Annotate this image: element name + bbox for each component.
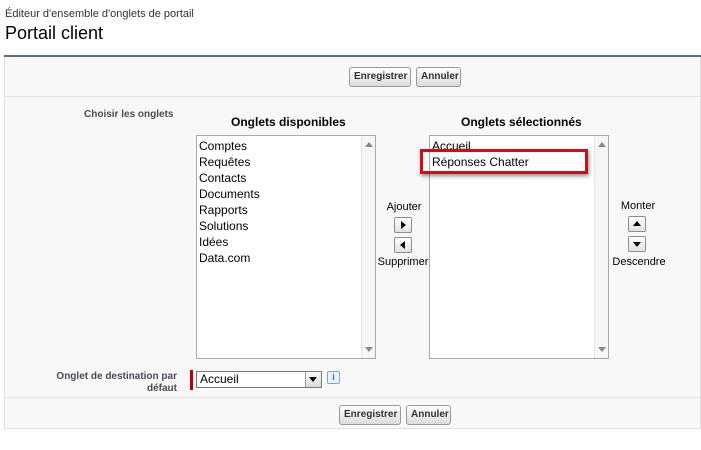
selected-tabs-heading: Onglets sélectionnés xyxy=(461,115,582,129)
move-down-label: Descendre xyxy=(612,256,666,268)
default-tab-label-line1: Onglet de destination par xyxy=(56,371,177,382)
remove-button[interactable] xyxy=(394,237,412,253)
arrow-down-icon xyxy=(633,242,641,247)
default-tab-label: Onglet de destination par défaut xyxy=(53,371,177,395)
cancel-button-top[interactable]: Annuler xyxy=(416,67,461,87)
available-tabs-list[interactable]: Comptes Requêtes Contacts Documents Rapports… xyxy=(196,135,376,359)
info-icon[interactable]: i xyxy=(327,371,340,384)
available-tab-item[interactable]: Idées xyxy=(199,234,375,250)
available-tab-item[interactable]: Requêtes xyxy=(199,154,375,170)
add-label: Ajouter xyxy=(386,201,422,213)
scroll-up-icon[interactable] xyxy=(365,142,373,147)
page-title: Portail client xyxy=(5,23,104,43)
dropdown-arrow-icon[interactable] xyxy=(305,372,321,387)
add-button[interactable] xyxy=(394,217,412,233)
scroll-down-icon[interactable] xyxy=(598,347,606,352)
available-tab-item[interactable]: Data.com xyxy=(199,250,375,266)
save-button-top[interactable]: Enregistrer xyxy=(349,67,411,87)
default-tab-select[interactable]: Accueil xyxy=(196,371,322,388)
available-tabs-items: Comptes Requêtes Contacts Documents Rapports… xyxy=(197,136,375,266)
available-tab-item[interactable]: Comptes xyxy=(199,138,375,154)
arrow-left-icon xyxy=(400,241,405,249)
available-tab-item[interactable]: Documents xyxy=(199,186,375,202)
scroll-down-icon[interactable] xyxy=(365,347,373,352)
top-button-bar: Enregistrer Annuler xyxy=(4,57,701,97)
available-scrollbar[interactable] xyxy=(361,136,375,358)
default-tab-label-line2: défaut xyxy=(147,383,177,394)
required-indicator xyxy=(190,370,193,390)
scroll-up-icon[interactable] xyxy=(598,142,606,147)
move-down-button[interactable] xyxy=(628,236,646,252)
selected-scrollbar[interactable] xyxy=(594,136,608,358)
page-header: Éditeur d'ensemble d'onglets de portail … xyxy=(5,8,194,44)
available-tabs-heading: Onglets disponibles xyxy=(231,115,346,129)
page-subtitle: Éditeur d'ensemble d'onglets de portail xyxy=(5,8,194,20)
available-tab-item[interactable]: Solutions xyxy=(199,218,375,234)
default-tab-value: Accueil xyxy=(200,372,239,386)
highlight-annotation xyxy=(420,149,588,174)
arrow-right-icon xyxy=(401,221,406,229)
arrow-up-icon xyxy=(633,221,641,226)
choose-tabs-label: Choisir les onglets xyxy=(84,109,174,120)
move-up-button[interactable] xyxy=(628,216,646,232)
bottom-button-bar: Enregistrer Annuler xyxy=(4,397,701,429)
available-tab-item[interactable]: Rapports xyxy=(199,202,375,218)
remove-label: Supprimer xyxy=(377,256,429,268)
move-up-label: Monter xyxy=(620,200,656,212)
available-tab-item[interactable]: Contacts xyxy=(199,170,375,186)
cancel-button-bottom[interactable]: Annuler xyxy=(406,405,451,425)
save-button-bottom[interactable]: Enregistrer xyxy=(339,405,401,425)
